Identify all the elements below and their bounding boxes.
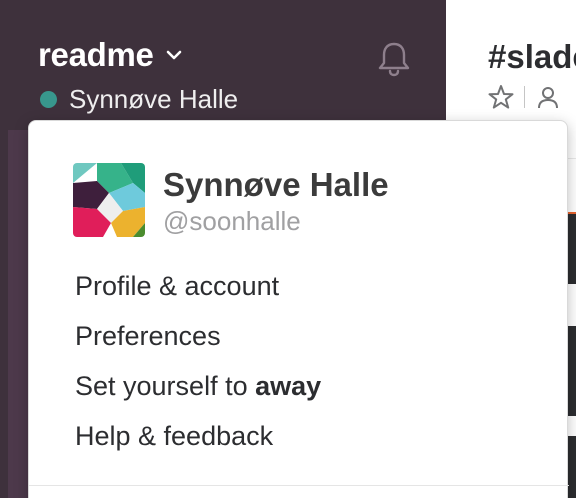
channel-meta	[488, 84, 561, 110]
current-user-status[interactable]: Synnøve Halle	[40, 84, 238, 115]
menu-user-full-name: Synnøve Halle	[163, 166, 389, 203]
star-icon[interactable]	[488, 84, 514, 110]
chevron-down-icon	[166, 50, 181, 60]
presence-dot	[40, 91, 57, 108]
menu-user-handle: @soonhalle	[163, 206, 301, 236]
menu-item-set-away-prefix: Set yourself to	[75, 371, 256, 401]
menu-item-preferences[interactable]: Preferences	[75, 311, 321, 361]
menu-user-text: Synnøve Halle @soonhalle	[163, 163, 389, 237]
menu-item-profile-account[interactable]: Profile & account	[75, 261, 321, 311]
menu-items: Profile & account Preferences Set yourse…	[75, 261, 321, 461]
bell-icon[interactable]	[376, 40, 412, 78]
avatar	[73, 163, 145, 237]
menu-item-set-away[interactable]: Set yourself to away	[75, 361, 321, 411]
sidebar-edge	[0, 130, 8, 498]
channel-name[interactable]: #slade	[488, 38, 576, 76]
menu-item-help-feedback[interactable]: Help & feedback	[75, 411, 321, 461]
meta-separator	[524, 86, 525, 108]
menu-user-card[interactable]: Synnøve Halle @soonhalle	[73, 163, 389, 237]
team-name: readme	[38, 36, 154, 73]
sidebar-header: readme Synnøve Halle	[0, 0, 446, 130]
team-menu-dropdown: Synnøve Halle @soonhalle Profile & accou…	[28, 120, 569, 498]
menu-divider	[29, 485, 569, 486]
current-user-name: Synnøve Halle	[69, 84, 239, 114]
menu-item-set-away-status: away	[255, 371, 322, 401]
user-icon[interactable]	[535, 84, 561, 110]
team-menu-button[interactable]: readme	[38, 36, 184, 74]
